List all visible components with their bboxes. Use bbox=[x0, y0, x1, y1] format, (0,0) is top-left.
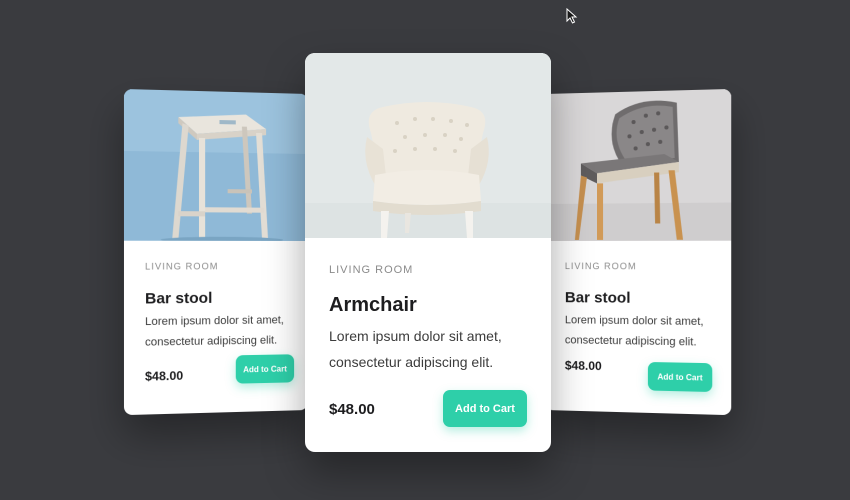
product-description: Lorem ipsum dolor sit amet, consectetur … bbox=[329, 328, 502, 370]
product-category: LIVING ROOM bbox=[564, 261, 637, 272]
product-card-bar-stool-right[interactable]: LIVING ROOM Bar stool Lorem ipsum dolor … bbox=[545, 88, 732, 416]
product-card-bar-stool-left[interactable]: LIVING ROOM Bar stool Lorem ipsum dolor … bbox=[123, 88, 309, 416]
add-to-cart-button[interactable]: Add to Cart bbox=[443, 390, 527, 427]
product-title: Armchair bbox=[329, 294, 417, 316]
bar-stool-photo bbox=[123, 88, 309, 241]
card-body: LIVING ROOM Armchair Lorem ipsum dolor s… bbox=[305, 238, 551, 375]
add-to-cart-button[interactable]: Add to Cart bbox=[235, 354, 295, 384]
armchair-photo bbox=[305, 53, 551, 238]
product-price: $48.00 bbox=[329, 401, 375, 418]
product-price: $48.00 bbox=[564, 358, 602, 374]
product-description: Lorem ipsum dolor sit amet, consectetur … bbox=[564, 314, 704, 349]
card-body: LIVING ROOM Bar stool Lorem ipsum dolor … bbox=[545, 241, 731, 354]
add-to-cart-button[interactable]: Add to Cart bbox=[647, 361, 713, 393]
product-price: $48.00 bbox=[145, 368, 184, 384]
product-carousel: LIVING ROOM Bar stool Lorem ipsum dolor … bbox=[0, 0, 850, 500]
chair-photo bbox=[545, 88, 732, 242]
card-body: LIVING ROOM Bar stool Lorem ipsum dolor … bbox=[124, 241, 308, 353]
product-description: Lorem ipsum dolor sit amet, consectetur … bbox=[145, 314, 284, 349]
product-title: Bar stool bbox=[145, 289, 213, 308]
chair-illustration bbox=[545, 88, 732, 242]
product-category: LIVING ROOM bbox=[145, 261, 219, 272]
mouse-pointer-icon bbox=[566, 8, 578, 24]
product-category: LIVING ROOM bbox=[329, 264, 414, 276]
product-title: Bar stool bbox=[564, 289, 631, 307]
armchair-illustration bbox=[305, 53, 551, 238]
product-card-armchair[interactable]: LIVING ROOM Armchair Lorem ipsum dolor s… bbox=[305, 53, 551, 452]
bar-stool-illustration bbox=[123, 88, 309, 241]
